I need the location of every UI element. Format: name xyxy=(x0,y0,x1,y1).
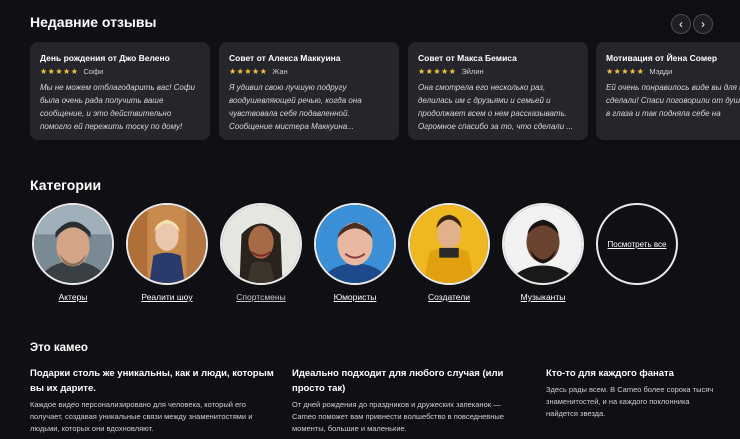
review-text: Она смотрела его несколько раз, делилась… xyxy=(418,83,574,131)
review-text: Ей очень понравилось виде вы для нее сде… xyxy=(606,83,740,118)
review-author: Эйлин xyxy=(461,67,484,76)
category-label: Создатели xyxy=(428,292,470,302)
about-text: Каждое видео персонализировано для челов… xyxy=(30,400,253,433)
category-actors[interactable]: Актеры xyxy=(30,203,116,302)
category-comedians[interactable]: Юмористы xyxy=(312,203,398,302)
category-creators[interactable]: Создатели xyxy=(406,203,492,302)
categories-row: Актеры Реалити шоу Спортсмены Юмористы С… xyxy=(30,203,740,308)
about-heading: Подарки столь же уникальны, как и люди, … xyxy=(30,368,274,394)
about-column: Идеально подходит для любого случая (или… xyxy=(292,366,520,435)
review-title: Мотивация от Йена Сомер xyxy=(606,53,718,63)
category-musicians[interactable]: Музыканты xyxy=(500,203,586,302)
reviews-section-title: Недавние отзывы xyxy=(30,14,157,30)
rating-stars-icon: ★★★★★ xyxy=(229,67,268,76)
category-label: Спортсмены xyxy=(236,292,286,302)
category-reality[interactable]: Реалити шоу xyxy=(124,203,210,302)
see-all-categories[interactable]: Посмотреть все xyxy=(594,203,680,285)
rating-stars-icon: ★★★★★ xyxy=(418,67,457,76)
about-heading: Идеально подходит для любого случая (или… xyxy=(292,368,504,394)
review-card[interactable]: День рождения от Джо Велено ★★★★★ Софи Мы… xyxy=(30,42,210,140)
review-card[interactable]: Мотивация от Йена Сомер ★★★★★ Мэдди Ей оч… xyxy=(596,42,740,140)
review-author: Жан xyxy=(272,67,288,76)
category-avatar xyxy=(314,203,396,285)
about-text: От дней рождения до праздников и дружеск… xyxy=(292,400,504,433)
see-all-link[interactable]: Посмотреть все xyxy=(596,203,678,285)
category-avatar xyxy=(32,203,114,285)
carousel-prev-button[interactable]: ‹ xyxy=(671,14,691,34)
category-avatar xyxy=(126,203,208,285)
review-text: Мы не можем отблагодарить вас! Софи была… xyxy=(40,83,195,131)
about-column: Подарки столь же уникальны, как и люди, … xyxy=(30,366,278,435)
review-author: Мэдди xyxy=(649,67,673,76)
categories-section-title: Категории xyxy=(30,177,102,193)
review-title: День рождения от Джо Велено xyxy=(40,53,170,63)
review-card[interactable]: Совет от Алекса Маккуина ★★★★★ Жан Я удив… xyxy=(219,42,399,140)
chevron-left-icon: ‹ xyxy=(679,17,683,31)
category-label: Музыканты xyxy=(520,292,566,302)
review-title: Совет от Макса Бемиса xyxy=(418,53,517,63)
category-label: Актеры xyxy=(58,292,88,302)
category-avatar xyxy=(408,203,490,285)
category-avatar xyxy=(502,203,584,285)
about-text: Здесь рады всем. В Cameo более сорока ты… xyxy=(546,385,714,418)
category-athletes[interactable]: Спортсмены xyxy=(218,203,304,302)
review-author: Софи xyxy=(83,67,104,76)
category-avatar xyxy=(220,203,302,285)
review-title: Совет от Алекса Маккуина xyxy=(229,53,341,63)
category-label: Юмористы xyxy=(333,292,377,302)
carousel-next-button[interactable]: › xyxy=(693,14,713,34)
rating-stars-icon: ★★★★★ xyxy=(606,67,645,76)
about-section-title: Это камео xyxy=(30,342,88,354)
rating-stars-icon: ★★★★★ xyxy=(40,67,79,76)
about-heading: Кто-то для каждого фаната xyxy=(546,368,674,379)
about-column: Кто-то для каждого фаната Здесь рады все… xyxy=(546,366,716,420)
category-label: Реалити шоу xyxy=(141,292,193,302)
review-text: Я удивил свою лучшую подругу воодушевляю… xyxy=(229,83,362,131)
reviews-carousel: День рождения от Джо Велено ★★★★★ Софи Мы… xyxy=(30,42,740,140)
review-card[interactable]: Совет от Макса Бемиса ★★★★★ Эйлин Она смо… xyxy=(408,42,588,140)
chevron-right-icon: › xyxy=(701,17,705,31)
